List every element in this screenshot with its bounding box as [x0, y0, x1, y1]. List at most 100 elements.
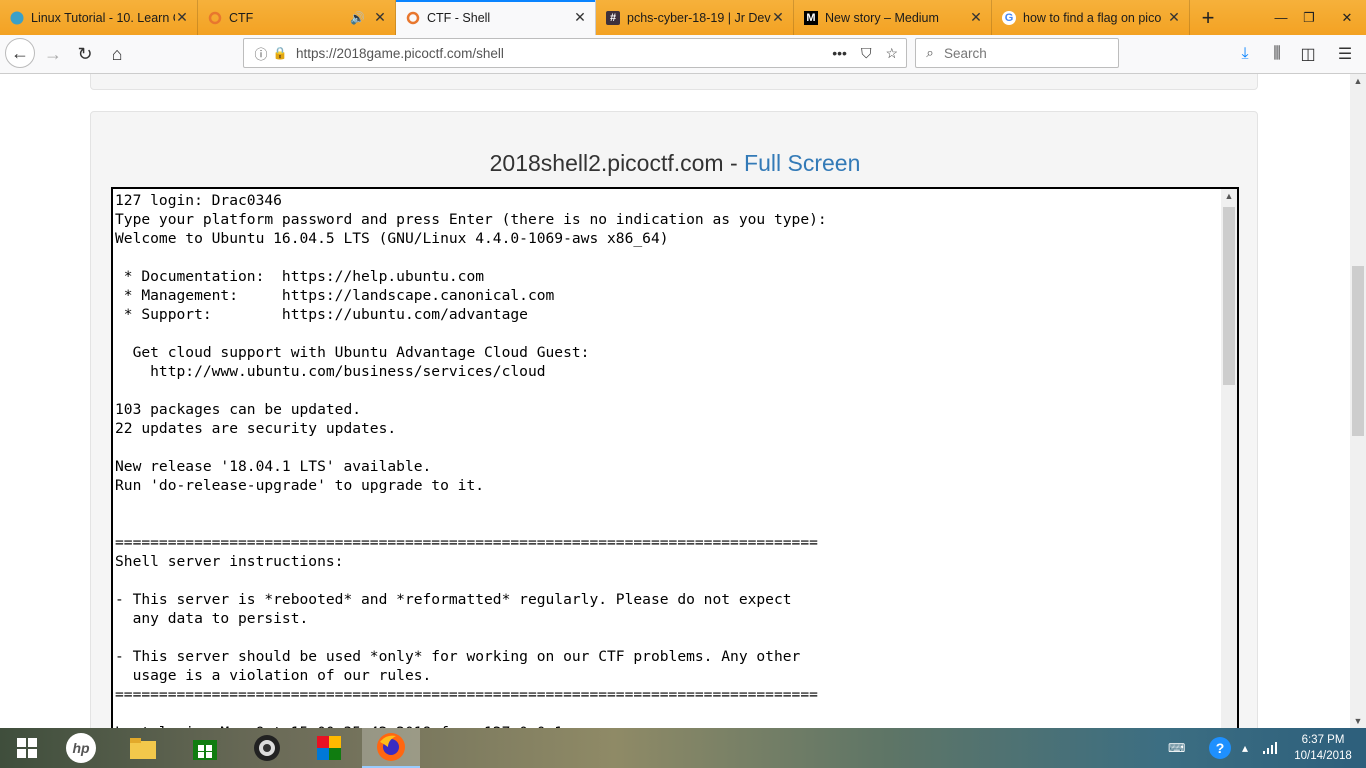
tab-title: New story – Medium — [825, 10, 939, 25]
tab-ctf-shell[interactable]: CTF - Shell ✕ — [396, 0, 596, 35]
scroll-up-icon[interactable]: ▲ — [1221, 191, 1237, 201]
terminal-line: usage is a violation of our rules. — [115, 667, 432, 684]
tab-title: CTF - Shell — [427, 10, 491, 25]
speaker-icon[interactable]: 🔊 — [350, 11, 365, 25]
reload-button[interactable]: ↻ — [70, 39, 100, 69]
shell-host: 2018shell2.picoctf.com — [489, 150, 724, 176]
system-clock[interactable]: 6:37 PM 10/14/2018 — [1290, 732, 1356, 764]
hash-icon: # — [606, 10, 620, 25]
full-screen-link[interactable]: Full Screen — [744, 150, 860, 176]
keyboard-icon[interactable]: ⌨ — [1168, 728, 1185, 768]
bookmark-star-icon[interactable]: ☆ — [885, 45, 898, 62]
terminal-line: Welcome to Ubuntu 16.04.5 LTS (GNU/Linux… — [115, 230, 669, 247]
close-icon[interactable]: ✕ — [1167, 9, 1181, 26]
terminal-line: 127 login: Drac0346 — [115, 192, 282, 209]
terminal-line: - This server is *rebooted* and *reforma… — [115, 591, 792, 608]
close-icon[interactable]: ✕ — [771, 9, 785, 26]
arrow-left-icon: ← — [11, 42, 29, 63]
search-input[interactable]: ⌕ Search — [915, 38, 1119, 68]
terminal-line: Type your platform password and press En… — [115, 211, 827, 228]
terminal-line: * Documentation: https://help.ubuntu.com — [115, 268, 485, 285]
terminal-line: Get cloud support with Ubuntu Advantage … — [115, 344, 590, 361]
page-actions-icon[interactable]: ••• — [832, 45, 847, 62]
page-scroll-thumb[interactable] — [1352, 266, 1364, 436]
file-explorer-icon[interactable] — [116, 728, 170, 768]
forward-button[interactable]: → — [38, 39, 68, 69]
tab-title: how to find a flag on pico — [1023, 10, 1162, 25]
terminal-line: * Management: https://landscape.canonica… — [115, 287, 555, 304]
new-tab-button[interactable]: + — [1193, 0, 1223, 35]
paint-icon[interactable] — [302, 728, 356, 768]
terminal-line: 103 packages can be updated. — [115, 401, 362, 418]
pocket-icon[interactable]: ⛉ — [861, 45, 872, 62]
search-icon: ⌕ — [926, 45, 934, 60]
url-text[interactable]: https://2018game.picoctf.com/shell — [296, 46, 832, 61]
page-scrollbar[interactable]: ▲ ▼ — [1350, 74, 1366, 728]
network-icon[interactable] — [1262, 728, 1278, 768]
show-hidden-icons-icon[interactable]: ▴ — [1242, 728, 1248, 768]
home-button[interactable]: ⌂ — [102, 39, 132, 69]
medium-icon: M — [804, 10, 818, 25]
close-window-button[interactable]: ✕ — [1328, 0, 1366, 35]
shell-heading: 2018shell2.picoctf.com - Full Screen — [91, 150, 1259, 177]
menu-icon[interactable]: ☰ — [1330, 39, 1360, 69]
info-icon[interactable]: ⓘ — [250, 44, 272, 63]
tab-title: CTF — [229, 10, 254, 25]
search-placeholder: Search — [944, 45, 987, 61]
page-content: 2018shell2.picoctf.com - Full Screen 127… — [0, 74, 1350, 728]
hp-icon[interactable]: hp — [54, 728, 108, 768]
scroll-up-icon[interactable]: ▲ — [1350, 76, 1366, 86]
navigation-toolbar: ← → ↻ ⌂ ⓘ 🔒 https://2018game.picoctf.com… — [0, 35, 1366, 74]
terminal-line: * Support: https://ubuntu.com/advantage — [115, 306, 528, 323]
terminal-output[interactable]: 127 login: Drac0346 Type your platform p… — [115, 191, 827, 728]
tab-title: Linux Tutorial - 10. Learn C — [31, 10, 175, 25]
svg-text:hp: hp — [72, 740, 90, 756]
terminal-scroll-thumb[interactable] — [1223, 207, 1235, 385]
terminal-line: ========================================… — [115, 534, 818, 551]
library-icon[interactable]: ⫼ — [1262, 39, 1292, 69]
scroll-down-icon[interactable]: ▼ — [1350, 716, 1366, 726]
svg-text:?: ? — [1216, 740, 1225, 756]
terminal-line: New release '18.04.1 LTS' available. — [115, 458, 432, 475]
tab-ctf[interactable]: CTF 🔊 ✕ — [198, 0, 396, 35]
close-icon[interactable]: ✕ — [573, 9, 587, 26]
google-icon: G — [1002, 10, 1016, 25]
close-icon[interactable]: ✕ — [175, 9, 189, 26]
firefox-icon[interactable] — [362, 728, 420, 768]
tab-medium[interactable]: M New story – Medium ✕ — [794, 0, 992, 35]
restore-button[interactable]: ❐ — [1290, 0, 1328, 35]
windows-start-icon[interactable] — [0, 728, 54, 768]
terminal-scrollbar[interactable]: ▲ — [1221, 189, 1237, 728]
back-button[interactable]: ← — [5, 38, 35, 68]
terminal-line: ========================================… — [115, 686, 818, 703]
home-icon: ⌂ — [111, 43, 123, 64]
tab-google-search[interactable]: G how to find a flag on pico ✕ — [992, 0, 1190, 35]
webcam-icon[interactable] — [240, 728, 294, 768]
globe-icon — [10, 11, 24, 25]
tab-pchs-cyber[interactable]: # pchs-cyber-18-19 | Jr Devl ✕ — [596, 0, 794, 35]
terminal-line: any data to persist. — [115, 610, 309, 627]
url-bar[interactable]: ⓘ 🔒 https://2018game.picoctf.com/shell •… — [243, 38, 907, 68]
terminal-window[interactable]: 127 login: Drac0346 Type your platform p… — [111, 187, 1239, 728]
tab-strip: Linux Tutorial - 10. Learn C ✕ CTF 🔊 ✕ C… — [0, 0, 1366, 35]
terminal-line: Shell server instructions: — [115, 553, 344, 570]
help-icon[interactable]: ? — [1208, 728, 1232, 768]
heading-separator: - — [723, 150, 745, 176]
clock-time: 6:37 PM — [1301, 734, 1345, 746]
close-icon[interactable]: ✕ — [373, 9, 387, 26]
reload-icon: ↻ — [77, 43, 93, 64]
close-icon[interactable]: ✕ — [969, 9, 983, 26]
terminal-line: http://www.ubuntu.com/business/services/… — [115, 363, 546, 380]
terminal-line: Run 'do-release-upgrade' to upgrade to i… — [115, 477, 485, 494]
shell-panel: 2018shell2.picoctf.com - Full Screen 127… — [90, 111, 1258, 728]
lock-icon[interactable]: 🔒 — [272, 46, 288, 60]
tab-linux-tutorial[interactable]: Linux Tutorial - 10. Learn C ✕ — [0, 0, 198, 35]
sidebar-icon[interactable]: ◫ — [1293, 39, 1323, 69]
arrow-right-icon: → — [44, 43, 62, 64]
download-icon[interactable]: ⤓ — [1230, 39, 1260, 69]
store-icon[interactable] — [178, 728, 232, 768]
previous-panel — [90, 74, 1258, 90]
tab-title: pchs-cyber-18-19 | Jr Devl — [627, 10, 771, 25]
picoctf-icon — [406, 11, 420, 25]
clock-date: 10/14/2018 — [1294, 750, 1352, 762]
